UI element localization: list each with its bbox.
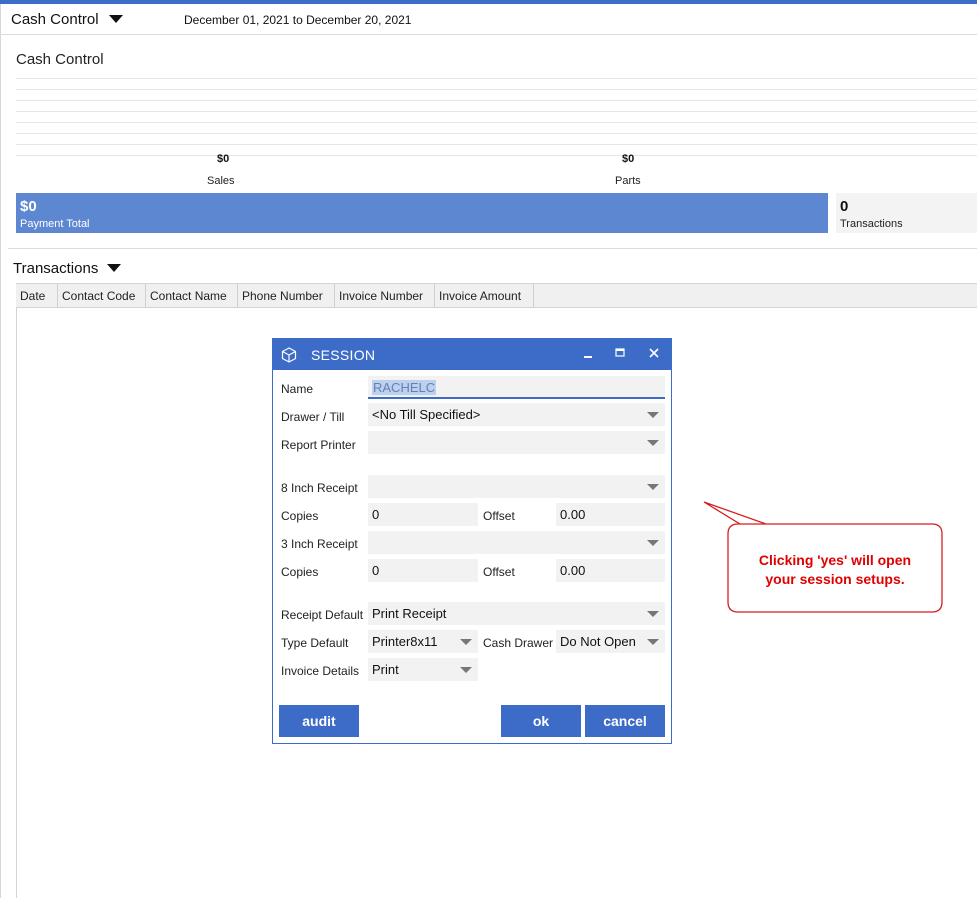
ok-button[interactable]: ok [501,705,581,737]
column-invoice-number[interactable]: Invoice Number [335,284,435,308]
copies-3in-value: 0 [372,563,380,578]
cash-control-section-title: Cash Control [16,51,104,68]
offset-3in-value: 0.00 [560,563,586,578]
column-contact-name[interactable]: Contact Name [146,284,238,308]
dialog-title: SESSION [311,347,376,363]
receipt-default-label: Receipt Default [281,608,364,622]
name-input[interactable]: RACHELC [368,376,665,399]
table-body-border [16,308,17,898]
section-divider [8,248,977,249]
column-invoice-amount[interactable]: Invoice Amount [435,284,534,308]
transactions-count-value: 0 [840,198,849,215]
payment-total-label: Payment Total [20,218,90,230]
invoice-details-select[interactable]: Print [368,658,478,681]
title-dropdown-icon[interactable] [109,15,123,23]
receipt-default-value: Print Receipt [372,606,447,621]
sales-label: Sales [207,175,235,187]
chevron-down-icon [647,412,659,418]
parts-label: Parts [615,175,641,187]
callout-line-1: Clicking 'yes' will open [758,552,912,568]
callout-text: Clicking 'yes' will open your session se… [728,551,942,589]
copies-8in-label: Copies [281,509,319,523]
date-range: December 01, 2021 to December 20, 2021 [184,13,412,27]
maximize-icon[interactable] [609,344,631,364]
offset-8in-value: 0.00 [560,507,586,522]
offset-3in-label: Offset [483,565,515,579]
name-value: RACHELC [372,380,437,395]
dialog-title-bar[interactable]: SESSION [273,339,671,370]
cash-drawer-value: Do Not Open [560,634,636,649]
copies-3in-input[interactable]: 0 [368,559,478,582]
payment-total-value: $0 [20,198,37,215]
cancel-button[interactable]: cancel [585,705,665,737]
column-date[interactable]: Date [16,284,58,308]
chevron-down-icon [647,540,659,546]
receipt-8in-select[interactable] [368,475,665,498]
drawer-till-label: Drawer / Till [281,410,345,424]
chevron-down-icon [647,484,659,490]
type-default-value: Printer8x11 [372,634,438,649]
transactions-dropdown-icon[interactable] [107,264,121,272]
transactions-title[interactable]: Transactions [13,260,98,277]
cash-drawer-select[interactable]: Do Not Open [556,630,665,653]
parts-value: $0 [622,153,635,165]
left-border [0,4,1,898]
invoice-details-label: Invoice Details [281,664,360,678]
callout-line-2: your session setups. [765,571,905,587]
page-title[interactable]: Cash Control [11,11,99,28]
receipt-3in-label: 3 Inch Receipt [281,537,358,551]
cash-drawer-label: Cash Drawer [483,636,554,650]
column-contact-code[interactable]: Contact Code [58,284,146,308]
transactions-count-tile: 0 Transactions [836,193,977,233]
receipt-3in-select[interactable] [368,531,665,554]
session-dialog: SESSION Name RACHELC Drawer / Till <No T… [272,338,672,744]
copies-8in-value: 0 [372,507,380,522]
name-label: Name [281,382,314,396]
chevron-down-icon [460,639,472,645]
chevron-down-icon [647,440,659,446]
cube-icon [281,347,297,363]
chevron-down-icon [460,667,472,673]
transactions-count-label: Transactions [840,218,903,230]
type-default-select[interactable]: Printer8x11 [368,630,478,653]
copies-3in-label: Copies [281,565,319,579]
minimize-icon[interactable] [577,344,599,364]
type-default-label: Type Default [281,636,349,650]
chevron-down-icon [647,639,659,645]
drawer-till-value: <No Till Specified> [372,407,481,422]
chevron-down-icon [647,611,659,617]
copies-8in-input[interactable]: 0 [368,503,478,526]
page-header: Cash Control December 01, 2021 to Decemb… [0,4,977,35]
offset-3in-input[interactable]: 0.00 [556,559,665,582]
report-printer-select[interactable] [368,431,665,454]
offset-8in-label: Offset [483,509,515,523]
sales-value: $0 [217,153,230,165]
receipt-8in-label: 8 Inch Receipt [281,481,358,495]
invoice-details-value: Print [372,662,399,677]
close-icon[interactable] [643,344,665,364]
report-printer-label: Report Printer [281,438,356,452]
column-phone-number[interactable]: Phone Number [238,284,335,308]
audit-button[interactable]: audit [279,705,359,737]
payment-total-tile: $0 Payment Total [16,193,828,233]
chart-grid [16,78,977,156]
receipt-default-select[interactable]: Print Receipt [368,602,665,625]
offset-8in-input[interactable]: 0.00 [556,503,665,526]
transactions-table-header: Date Contact Code Contact Name Phone Num… [16,283,977,308]
drawer-till-select[interactable]: <No Till Specified> [368,403,665,426]
